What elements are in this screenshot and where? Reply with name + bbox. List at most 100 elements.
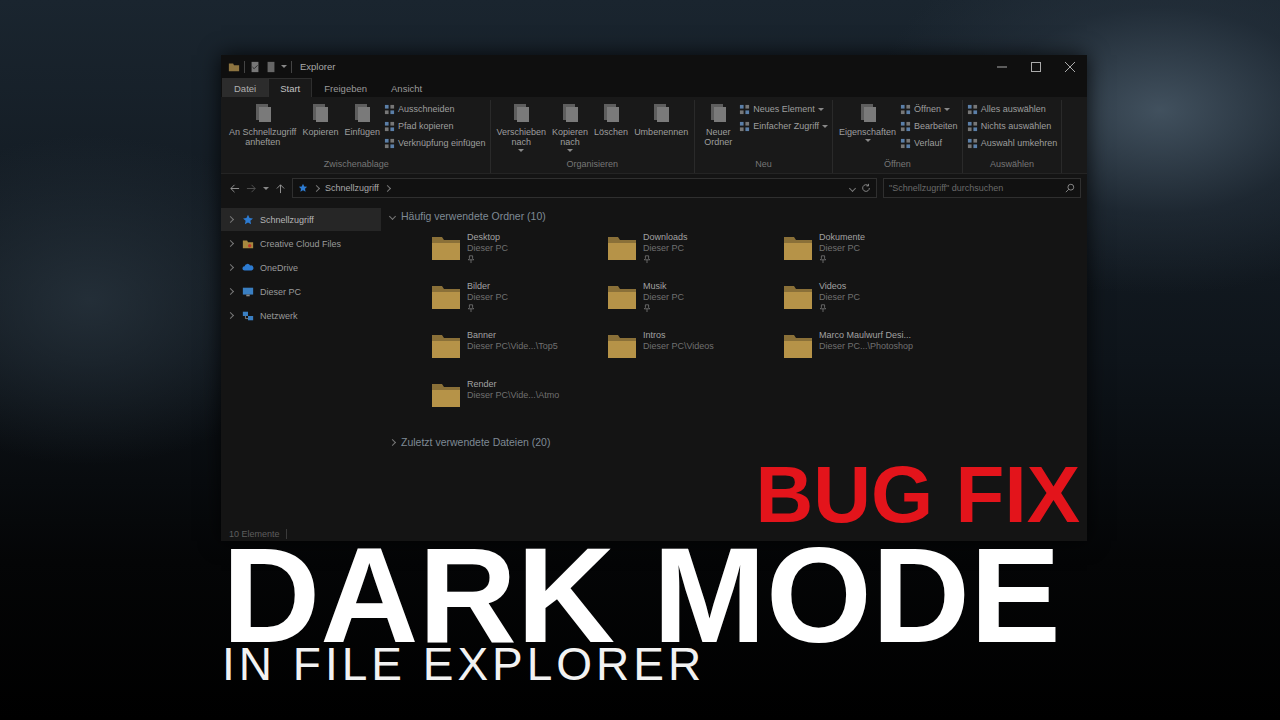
expand-chevron-icon[interactable] xyxy=(227,264,234,271)
refresh-icon[interactable] xyxy=(861,183,871,193)
ribbon-tab[interactable]: Ansicht xyxy=(379,78,434,97)
ribbon-button[interactable]: An Schnellzugriffanheften xyxy=(227,100,298,148)
folder-tile[interactable]: MusikDieser PC xyxy=(606,279,782,328)
command-icon xyxy=(967,104,978,115)
ribbon-small-button[interactable]: Bearbeiten xyxy=(900,118,958,134)
folder-location: Dieser PC xyxy=(643,292,684,302)
dropdown-caret-icon xyxy=(865,139,871,142)
customize-caret-icon[interactable] xyxy=(281,65,287,68)
ribbon-button[interactable]: Einfügen xyxy=(342,100,382,138)
command-icon xyxy=(558,101,582,125)
folder-location: Dieser PC xyxy=(819,243,865,253)
folder-tile[interactable]: DesktopDieser PC xyxy=(430,230,606,279)
folder-location: Dieser PC\Videos xyxy=(643,341,714,351)
address-field[interactable]: Schnellzugriff xyxy=(292,178,877,198)
folder-icon xyxy=(606,281,638,313)
command-icon xyxy=(856,101,880,125)
ribbon-button[interactable]: Löschen xyxy=(592,100,630,138)
ribbon-button[interactable]: Kopieren xyxy=(300,100,340,138)
sidebar-item[interactable]: Schnellzugriff xyxy=(221,208,381,231)
ribbon-tab[interactable]: Datei xyxy=(222,78,268,97)
folder-name: Render xyxy=(467,379,559,389)
ribbon-small-button[interactable]: Pfad kopieren xyxy=(384,118,486,134)
small-button-column: AusschneidenPfad kopierenVerknüpfung ein… xyxy=(384,100,486,151)
ribbon-tabs: DateiStartFreigebenAnsicht xyxy=(221,78,1087,97)
folder-name: Musik xyxy=(643,281,684,291)
ribbon-small-button[interactable]: Öffnen xyxy=(900,101,958,117)
ribbon-group: VerschiebennachKopierennachLöschenUmbene… xyxy=(491,100,696,173)
button-label: Eigenschaften xyxy=(839,127,896,137)
ribbon-button[interactable]: Umbenennen xyxy=(632,100,690,138)
expand-chevron-icon[interactable] xyxy=(227,240,234,247)
folder-tile[interactable]: Marco Maulwurf Desi...Dieser PC...\Photo… xyxy=(782,328,958,377)
section-header[interactable]: Zuletzt verwendete Dateien (20) xyxy=(390,432,1087,452)
folder-tile[interactable]: RenderDieser PC\Vide...\Atmo xyxy=(430,377,606,426)
ribbon-button[interactable]: Eigenschaften xyxy=(837,100,898,145)
command-icon xyxy=(509,101,533,125)
folder-tile[interactable]: DownloadsDieser PC xyxy=(606,230,782,279)
maximize-button[interactable] xyxy=(1019,55,1053,78)
folder-icon[interactable] xyxy=(228,61,240,73)
folder-icon xyxy=(606,232,638,264)
ribbon-small-button[interactable]: Auswahl umkehren xyxy=(967,135,1058,151)
sidebar-item[interactable]: OneDrive xyxy=(221,256,381,279)
command-icon xyxy=(251,101,275,125)
command-icon xyxy=(384,121,395,132)
sidebar-item[interactable]: Dieser PC xyxy=(221,280,381,303)
ribbon-group: An SchnellzugriffanheftenKopierenEinfüge… xyxy=(223,100,491,173)
forward-arrow-icon[interactable] xyxy=(246,183,257,194)
thumbnail: ExplorerDateiStartFreigebenAnsichtAn Sch… xyxy=(0,0,1280,720)
ribbon-small-button[interactable]: Nichts auswählen xyxy=(967,118,1058,134)
ribbon-button[interactable]: NeuerOrdner xyxy=(699,100,737,148)
expand-chevron-icon[interactable] xyxy=(227,216,234,223)
history-caret-icon[interactable] xyxy=(263,187,269,190)
folder-name: Bilder xyxy=(467,281,508,291)
folder-tile[interactable]: BilderDieser PC xyxy=(430,279,606,328)
expand-chevron-icon[interactable] xyxy=(227,288,234,295)
maximize-icon xyxy=(1031,62,1041,72)
folder-name: Banner xyxy=(467,330,558,340)
ribbon-small-button[interactable]: Verlauf xyxy=(900,135,958,151)
ribbon-small-button[interactable]: Einfacher Zugriff xyxy=(739,118,828,134)
ribbon-tab[interactable]: Start xyxy=(268,78,312,97)
expand-chevron-icon xyxy=(389,438,396,445)
creative-cloud-folder-icon xyxy=(242,238,254,250)
sidebar-item[interactable]: Netzwerk xyxy=(221,304,381,327)
section-header[interactable]: Häufig verwendete Ordner (10) xyxy=(390,206,1087,226)
ribbon-small-button[interactable]: Neues Element xyxy=(739,101,828,117)
quick-access-toolbar xyxy=(228,61,292,73)
close-button[interactable] xyxy=(1053,55,1087,78)
properties-icon[interactable] xyxy=(249,61,261,73)
up-arrow-icon[interactable] xyxy=(275,183,286,194)
address-dropdown-icon[interactable] xyxy=(849,184,856,191)
folder-tile[interactable]: BannerDieser PC\Vide...\Top5 xyxy=(430,328,606,377)
ribbon-button[interactable]: Verschiebennach xyxy=(495,100,549,155)
folder-name: Desktop xyxy=(467,232,508,242)
folder-icon xyxy=(782,232,814,264)
ribbon-button[interactable]: Kopierennach xyxy=(550,100,590,155)
search-field[interactable]: "Schnellzugriff" durchsuchen xyxy=(883,178,1081,198)
small-button-column: Alles auswählenNichts auswählenAuswahl u… xyxy=(967,100,1058,151)
ribbon-tab[interactable]: Freigeben xyxy=(312,78,379,97)
folder-tile[interactable]: VideosDieser PC xyxy=(782,279,958,328)
subline-text: IN FILE EXPLORER xyxy=(222,641,1080,687)
cloud-icon xyxy=(242,262,254,274)
ribbon-group: Alles auswählenNichts auswählenAuswahl u… xyxy=(963,100,1063,173)
pin-icon xyxy=(819,304,827,312)
back-arrow-icon[interactable] xyxy=(229,183,240,194)
folder-location: Dieser PC xyxy=(819,292,860,302)
button-label: Verschieben xyxy=(497,127,547,137)
pin-icon xyxy=(467,255,475,263)
folder-tile[interactable]: DokumenteDieser PC xyxy=(782,230,958,279)
new-folder-icon[interactable] xyxy=(265,61,277,73)
ribbon-small-button[interactable]: Verknüpfung einfügen xyxy=(384,135,486,151)
small-button-column: ÖffnenBearbeitenVerlauf xyxy=(900,100,958,151)
expand-chevron-icon[interactable] xyxy=(227,312,234,319)
folder-tile[interactable]: IntrosDieser PC\Videos xyxy=(606,328,782,377)
path-segment[interactable]: Schnellzugriff xyxy=(325,183,379,193)
folder-icon xyxy=(430,232,462,264)
sidebar-item[interactable]: Creative Cloud Files xyxy=(221,232,381,255)
ribbon-small-button[interactable]: Alles auswählen xyxy=(967,101,1058,117)
ribbon-small-button[interactable]: Ausschneiden xyxy=(384,101,486,117)
minimize-button[interactable] xyxy=(985,55,1019,78)
